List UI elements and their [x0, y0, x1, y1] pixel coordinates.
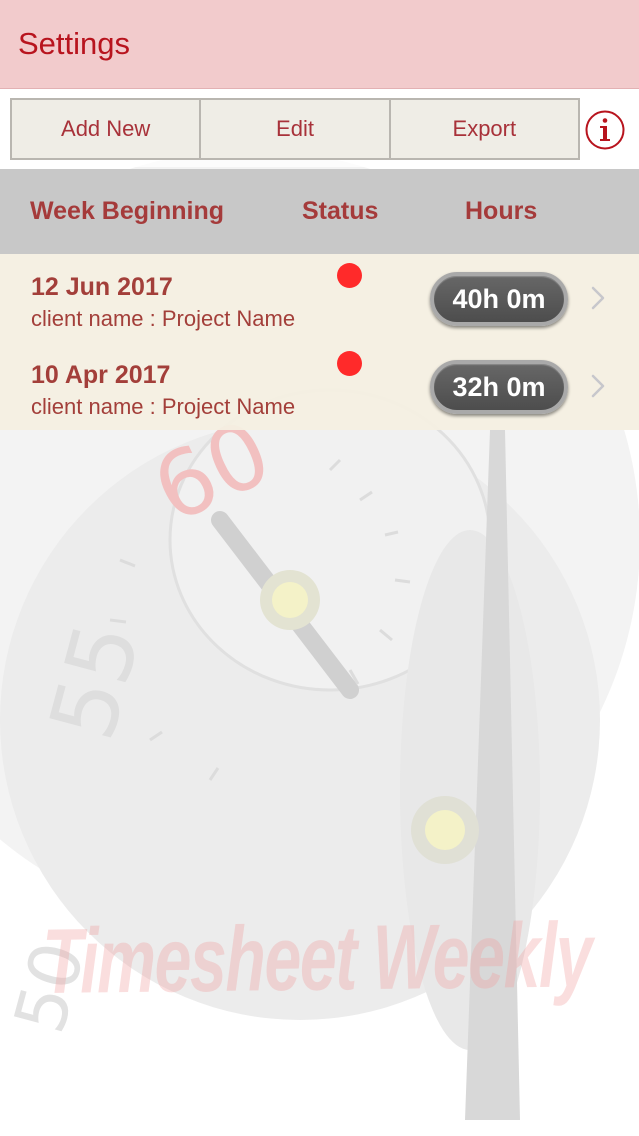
info-icon[interactable]	[585, 110, 625, 150]
week-date: 12 Jun 2017	[31, 273, 173, 301]
timesheet-row[interactable]: 12 Jun 2017 client name : Project Name 4…	[0, 254, 639, 342]
export-button[interactable]: Export	[391, 100, 578, 158]
add-new-button[interactable]: Add New	[12, 100, 202, 158]
action-segmented-control: Add New Edit Export	[10, 98, 580, 160]
table-header: Week Beginning Status Hours	[0, 169, 639, 254]
client-project-label: client name : Project Name	[31, 306, 296, 331]
timesheet-row[interactable]: 10 Apr 2017 client name : Project Name 3…	[0, 342, 639, 430]
app-watermark-text: Timesheet Weekly	[42, 904, 592, 1013]
status-indicator-red	[337, 263, 362, 288]
hours-header: Hours	[465, 197, 538, 225]
week-beginning-header: Week Beginning	[30, 197, 225, 225]
edit-button[interactable]: Edit	[201, 100, 391, 158]
hours-badge: 32h 0m	[430, 360, 568, 414]
status-header: Status	[302, 197, 379, 225]
navigation-bar: Settings	[0, 0, 639, 89]
client-project-label: client name : Project Name	[31, 394, 296, 419]
hours-badge: 40h 0m	[430, 272, 568, 326]
chevron-right-icon	[591, 286, 605, 310]
settings-button[interactable]: Settings	[18, 26, 130, 62]
toolbar: Add New Edit Export	[0, 89, 639, 167]
status-indicator-red	[337, 351, 362, 376]
chevron-right-icon	[591, 374, 605, 398]
week-date: 10 Apr 2017	[31, 361, 171, 389]
